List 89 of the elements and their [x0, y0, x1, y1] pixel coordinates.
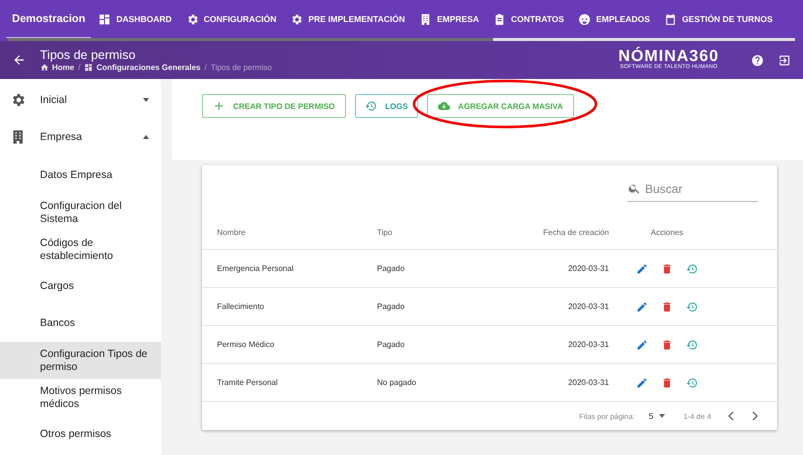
- nav-tab[interactable]: EMPRESA: [412, 0, 486, 38]
- column-header: Tipo: [377, 228, 394, 236]
- table-cell-text: 2020-03-31: [567, 264, 609, 273]
- delete-button[interactable]: [661, 376, 673, 388]
- pencil-icon: [636, 338, 648, 350]
- table-cell-text: 2020-03-31: [567, 378, 609, 387]
- sidebar-subitem[interactable]: Motivos permisos médicos: [0, 379, 161, 416]
- history-button[interactable]: [686, 376, 698, 388]
- history-icon: [686, 338, 698, 350]
- search-icon: [628, 182, 641, 195]
- scroll-bar[interactable]: [493, 38, 795, 41]
- trash-icon: [661, 338, 673, 350]
- delete-button[interactable]: [661, 338, 673, 350]
- edit-button[interactable]: [636, 300, 648, 312]
- help-icon: [751, 54, 764, 66]
- logo-name: NÓMINA360: [618, 49, 719, 66]
- edit-button[interactable]: [636, 338, 648, 350]
- building-icon: [419, 12, 432, 26]
- plus-icon: [213, 100, 226, 112]
- table-cell-text: Pagado: [377, 340, 406, 349]
- breadcrumb-separator: /: [204, 63, 207, 72]
- nav-tab[interactable]: GESTIÓN DE TURNOS: [656, 0, 780, 38]
- history-icon: [686, 300, 698, 312]
- sidebar-item[interactable]: Inicial: [0, 79, 161, 116]
- table-cell-text: Pagado: [377, 264, 406, 273]
- trash-icon: [661, 262, 673, 274]
- pencil-icon: [636, 376, 648, 388]
- edit-button[interactable]: [636, 376, 648, 388]
- trash-icon: [661, 300, 673, 312]
- history-button[interactable]: [686, 338, 698, 350]
- pencil-icon: [636, 300, 648, 312]
- nav-tab[interactable]: PRE IMPLEMENTACIÓN: [283, 0, 412, 38]
- clipboard-icon: [493, 12, 506, 26]
- breadcrumb-link[interactable]: Home: [40, 63, 74, 72]
- nav-tab[interactable]: EMPLEADOS: [571, 0, 657, 38]
- table-cell-text: 2020-03-31: [567, 302, 609, 311]
- sidebar-subitem[interactable]: Configuracion del Sistema: [0, 194, 161, 231]
- logout-icon: [778, 54, 791, 66]
- delete-button[interactable]: [661, 300, 673, 312]
- cloud-upload-icon: [438, 100, 450, 112]
- table-cell-text: 2020-03-31: [567, 340, 609, 349]
- calendar-icon: [664, 12, 677, 26]
- history-icon: [686, 262, 698, 274]
- trash-icon: [661, 376, 673, 388]
- pencil-icon: [636, 262, 648, 274]
- grid-icon: [98, 12, 112, 26]
- face-icon: [578, 12, 592, 26]
- page-title: Tipos de permiso: [40, 48, 136, 62]
- rows-per-page-select[interactable]: 5: [648, 411, 666, 421]
- nav-tab[interactable]: DASHBOARD: [91, 0, 179, 38]
- table-cell-text: Tramite Personal: [217, 378, 279, 387]
- gear-icon: [186, 12, 199, 26]
- caret-icon: [143, 134, 149, 138]
- table-cell-text: Fallecimiento: [217, 302, 266, 311]
- edit-button[interactable]: [636, 262, 648, 274]
- breadcrumb-separator: /: [78, 63, 80, 72]
- history-icon: [686, 376, 698, 388]
- table-cell-text: No pagado: [377, 378, 418, 387]
- table-cell-text: Pagado: [377, 302, 406, 311]
- grid-icon: [84, 63, 94, 72]
- column-header: Fecha de creación: [542, 228, 609, 236]
- caret-icon: [143, 98, 149, 102]
- sidebar-item[interactable]: Empresa: [0, 116, 161, 153]
- back-button[interactable]: [12, 53, 26, 67]
- help-button[interactable]: [751, 54, 764, 66]
- gear-icon: [290, 12, 304, 26]
- sidebar-subitem[interactable]: Códigos de establecimiento: [0, 231, 161, 268]
- next-page-button[interactable]: [751, 411, 759, 421]
- history-button[interactable]: [686, 262, 698, 274]
- column-header: Acciones: [650, 228, 684, 236]
- sidebar-subitem[interactable]: Datos Empresa: [0, 157, 161, 194]
- sidebar-subitem[interactable]: Bancos: [0, 305, 161, 342]
- delete-button[interactable]: [661, 262, 673, 274]
- table-cell-text: Permiso Médico: [217, 340, 276, 349]
- sidebar-subitem[interactable]: Cargos: [0, 268, 161, 305]
- history-icon: [365, 100, 378, 112]
- back-arrow-icon: [12, 53, 26, 67]
- nav-tab[interactable]: CONTRATOS: [486, 0, 572, 38]
- previous-page-button[interactable]: [727, 411, 735, 421]
- breadcrumb-link[interactable]: Configuraciones Generales: [84, 63, 200, 72]
- nav-tab[interactable]: CONFIGURACIÓN: [178, 0, 284, 38]
- column-header: Nombre: [217, 228, 246, 236]
- sidebar-subitem[interactable]: Otros permisos: [0, 416, 161, 453]
- sidebar-subitem[interactable]: Configuracion Tipos de permiso: [0, 342, 161, 379]
- table-cell-text: Emergencia Personal: [217, 264, 294, 273]
- history-button[interactable]: [686, 300, 698, 312]
- logout-button[interactable]: [778, 54, 791, 66]
- home-icon: [40, 63, 49, 72]
- gear-icon: [10, 92, 26, 108]
